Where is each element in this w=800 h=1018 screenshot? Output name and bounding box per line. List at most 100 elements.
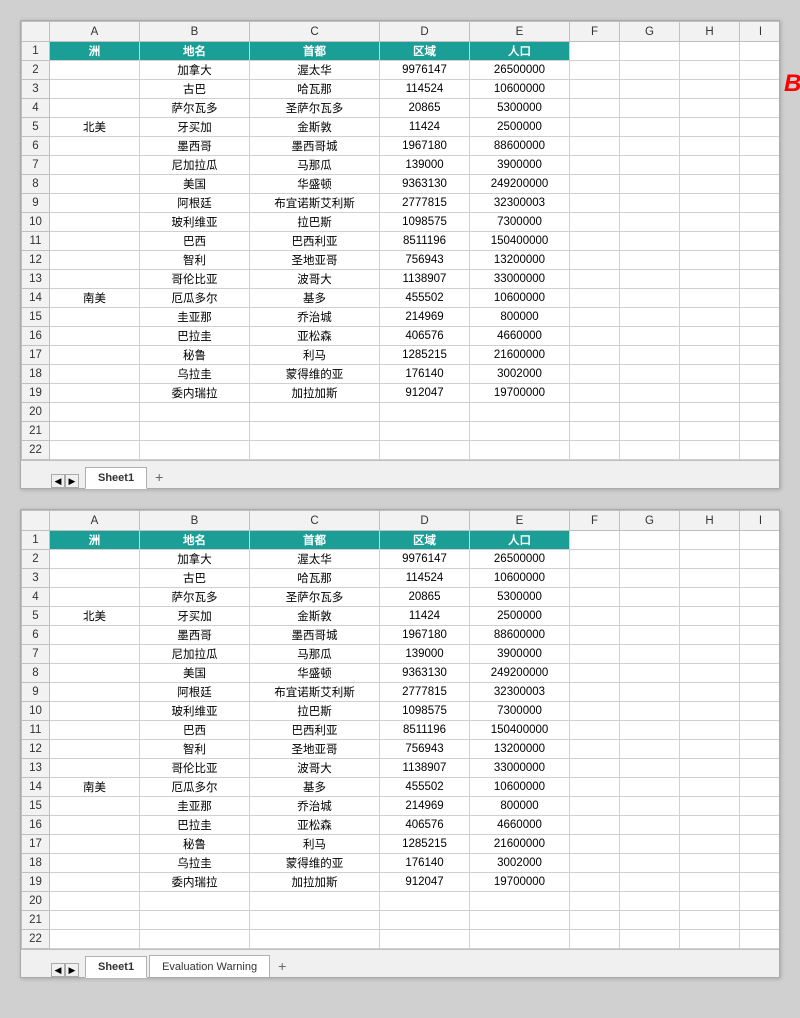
eval-warning-tab[interactable]: Evaluation Warning	[149, 955, 270, 977]
cell-b: 美国	[140, 175, 250, 194]
cell-c: 波哥大	[250, 759, 380, 778]
col-h-header[interactable]: H	[680, 511, 740, 531]
cell-empty	[140, 441, 250, 460]
cell-b: 智利	[140, 251, 250, 270]
table-row: 9阿根廷布宜诺斯艾利斯277781532300003	[22, 683, 780, 702]
table-row: 12智利圣地亚哥75694313200000	[22, 251, 780, 270]
table-row: 10玻利维亚拉巴斯10985757300000	[22, 702, 780, 721]
col-i-header[interactable]: I	[740, 511, 780, 531]
cell-empty	[620, 403, 680, 422]
cell-empty	[570, 892, 620, 911]
row-num: 16	[22, 816, 50, 835]
col-c-header[interactable]: C	[250, 22, 380, 42]
add-sheet-btn[interactable]: +	[272, 955, 292, 977]
before-spreadsheet-wrapper: A B C D E F G H I 1 洲	[20, 20, 780, 489]
cell-c: 基多	[250, 778, 380, 797]
cell-empty	[250, 422, 380, 441]
cell-empty	[620, 289, 680, 308]
cell-empty	[680, 588, 740, 607]
col-b-header[interactable]: B	[140, 511, 250, 531]
col-header-row: A B C D E F G H I	[22, 511, 780, 531]
col-d-header[interactable]: D	[380, 511, 470, 531]
cell-empty	[250, 930, 380, 949]
tab-next-btn[interactable]: ▶	[65, 963, 79, 977]
tab-prev-btn[interactable]: ◀	[51, 474, 65, 488]
tab-next-btn[interactable]: ▶	[65, 474, 79, 488]
cell-empty	[680, 61, 740, 80]
col-g-header[interactable]: G	[620, 511, 680, 531]
sheet1-tab[interactable]: Sheet1	[85, 956, 147, 978]
cell-empty	[740, 645, 780, 664]
col-h-header[interactable]: H	[680, 22, 740, 42]
cell-empty	[620, 308, 680, 327]
cell-empty	[680, 778, 740, 797]
cell-d: 912047	[380, 873, 470, 892]
col-e-header[interactable]: E	[470, 22, 570, 42]
cell-empty	[620, 607, 680, 626]
cell-e: 4660000	[470, 327, 570, 346]
cell-empty	[470, 403, 570, 422]
cell-empty	[620, 797, 680, 816]
cell-empty	[250, 403, 380, 422]
cell-empty	[570, 816, 620, 835]
add-sheet-btn[interactable]: +	[149, 466, 169, 488]
cell-empty	[740, 327, 780, 346]
cell-b: 玻利维亚	[140, 213, 250, 232]
col-f-header[interactable]: F	[570, 511, 620, 531]
header-g	[620, 42, 680, 61]
cell-empty	[740, 289, 780, 308]
cell-e: 21600000	[470, 835, 570, 854]
empty-row: 22	[22, 930, 780, 949]
col-f-header[interactable]: F	[570, 22, 620, 42]
cell-empty	[740, 99, 780, 118]
cell-d: 9976147	[380, 61, 470, 80]
row-num: 5	[22, 607, 50, 626]
cell-empty	[250, 892, 380, 911]
tab-prev-btn[interactable]: ◀	[51, 963, 65, 977]
cell-d: 406576	[380, 816, 470, 835]
col-i-header[interactable]: I	[740, 22, 780, 42]
cell-a	[50, 346, 140, 365]
col-e-header[interactable]: E	[470, 511, 570, 531]
cell-d: 1285215	[380, 346, 470, 365]
cell-empty	[620, 569, 680, 588]
cell-d: 455502	[380, 778, 470, 797]
cell-empty	[570, 232, 620, 251]
col-a-header[interactable]: A	[50, 22, 140, 42]
cell-e: 3002000	[470, 365, 570, 384]
cell-empty	[680, 816, 740, 835]
cell-a	[50, 270, 140, 289]
cell-empty	[620, 61, 680, 80]
row-num: 16	[22, 327, 50, 346]
cell-c: 圣地亚哥	[250, 740, 380, 759]
cell-a	[50, 569, 140, 588]
col-a-header[interactable]: A	[50, 511, 140, 531]
cell-empty	[680, 327, 740, 346]
cell-c: 墨西哥城	[250, 137, 380, 156]
cell-empty	[620, 702, 680, 721]
corner-cell	[22, 511, 50, 531]
cell-b: 加拿大	[140, 550, 250, 569]
header-zhou: 洲	[50, 531, 140, 550]
cell-empty	[470, 892, 570, 911]
cell-e: 13200000	[470, 251, 570, 270]
cell-d: 176140	[380, 854, 470, 873]
sheet1-tab[interactable]: Sheet1	[85, 467, 147, 489]
row-num: 13	[22, 759, 50, 778]
cell-e: 150400000	[470, 232, 570, 251]
col-c-header[interactable]: C	[250, 511, 380, 531]
header-zhou: 洲	[50, 42, 140, 61]
cell-empty	[740, 930, 780, 949]
cell-a	[50, 156, 140, 175]
table-row: 17秘鲁利马128521521600000	[22, 835, 780, 854]
cell-empty	[680, 873, 740, 892]
cell-b: 萨尔瓦多	[140, 99, 250, 118]
cell-empty	[380, 892, 470, 911]
table-row: 6墨西哥墨西哥城196718088600000	[22, 137, 780, 156]
header-renkou: 人口	[470, 531, 570, 550]
cell-c: 布宜诺斯艾利斯	[250, 194, 380, 213]
cell-empty	[570, 702, 620, 721]
col-g-header[interactable]: G	[620, 22, 680, 42]
col-b-header[interactable]: B	[140, 22, 250, 42]
col-d-header[interactable]: D	[380, 22, 470, 42]
